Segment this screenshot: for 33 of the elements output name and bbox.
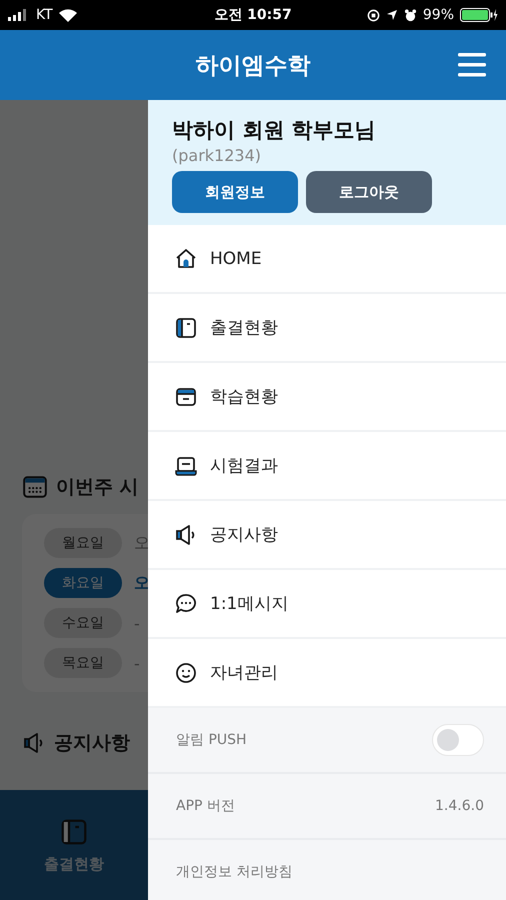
version-number: 1.4.6.0 bbox=[435, 798, 484, 814]
battery-percent: 99% bbox=[422, 7, 454, 23]
section-title: 공지사항 bbox=[54, 731, 130, 756]
setting-label: APP 버전 bbox=[176, 797, 235, 815]
setting-label: 알림 PUSH bbox=[176, 731, 247, 749]
schedule-time: 오 bbox=[134, 572, 150, 594]
calendar-icon bbox=[22, 474, 48, 500]
clock-time: 오전 10:57 bbox=[214, 6, 292, 24]
door-icon bbox=[174, 316, 198, 340]
battery-charging-icon bbox=[460, 8, 498, 22]
section-title: 이번주 시 bbox=[56, 475, 139, 500]
chat-bubble-icon bbox=[174, 592, 198, 616]
door-icon bbox=[59, 816, 89, 846]
menu-item[interactable]: 시험결과 bbox=[148, 432, 506, 501]
user-id: (park1234) bbox=[172, 146, 262, 165]
menu-item[interactable]: HOME bbox=[148, 225, 506, 294]
member-info-button[interactable]: 회원정보 bbox=[172, 171, 298, 213]
menu-item[interactable]: 학습현황 bbox=[148, 363, 506, 432]
user-name: 박하이 회원 학부모님 bbox=[172, 117, 377, 144]
app-title: 하이엠수학 bbox=[196, 52, 310, 80]
wifi-icon bbox=[58, 8, 77, 22]
schedule-time: - bbox=[134, 654, 140, 672]
schedule-time: - bbox=[134, 614, 140, 632]
home-icon bbox=[174, 246, 198, 270]
privacy-policy-link[interactable]: 개인정보 처리방침 bbox=[176, 863, 292, 881]
menu-item[interactable]: 1:1메시지 bbox=[148, 570, 506, 639]
menu-item[interactable]: 공지사항 bbox=[148, 501, 506, 570]
toggle-switch[interactable] bbox=[432, 724, 484, 756]
location-arrow-icon bbox=[386, 9, 398, 21]
smiley-face-icon bbox=[174, 660, 198, 684]
menu-item[interactable]: 출결현황 bbox=[148, 294, 506, 363]
carrier-name: KT bbox=[36, 7, 53, 23]
logout-button[interactable]: 로그아웃 bbox=[306, 171, 432, 213]
